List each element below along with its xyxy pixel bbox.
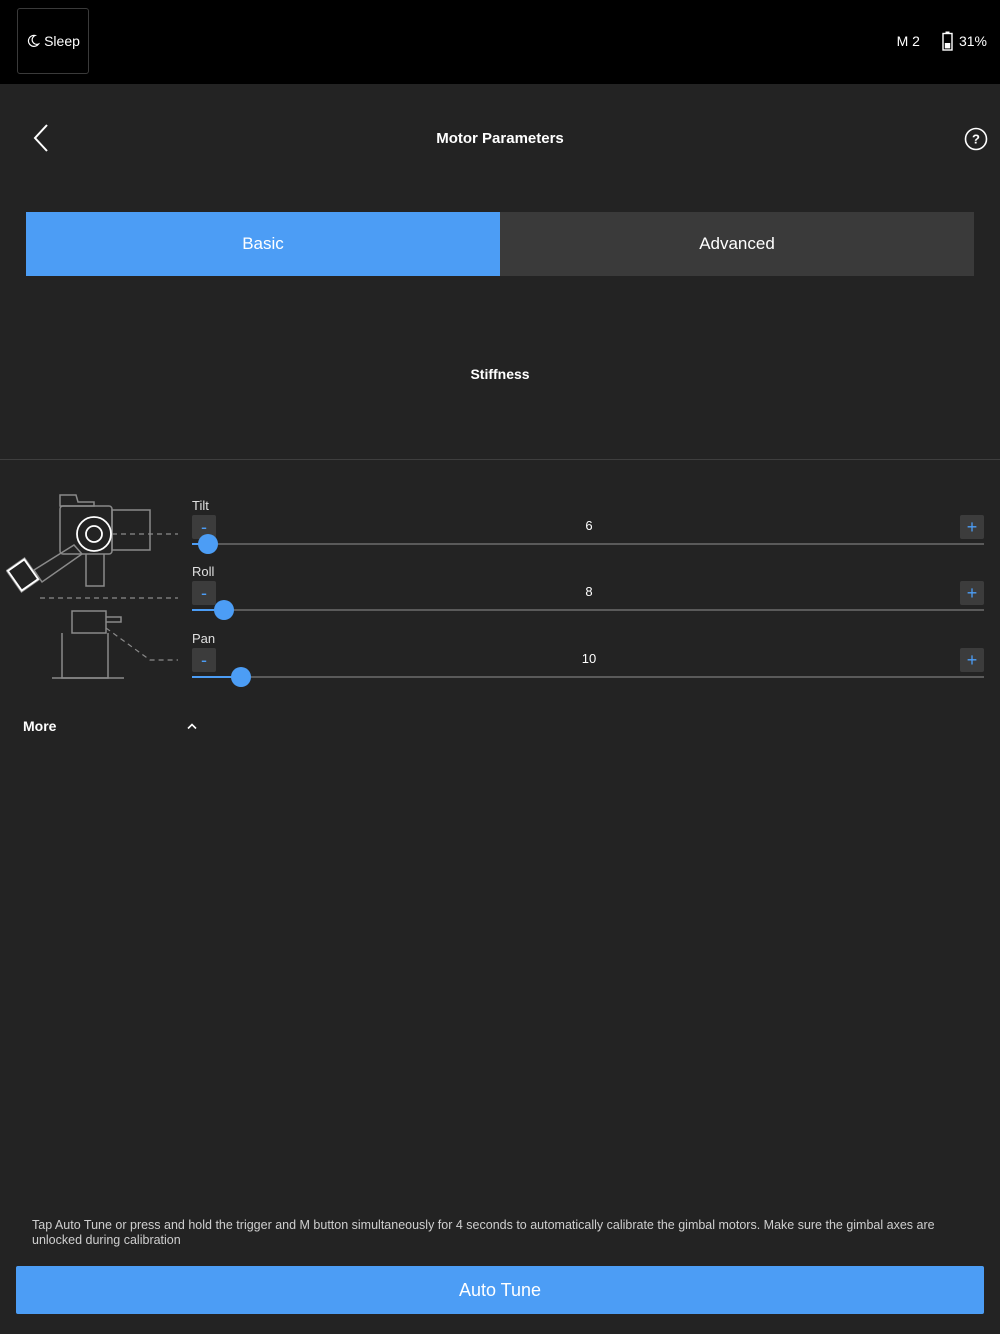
sleep-label: Sleep [44,33,80,49]
pan-slider-row: Pan - 10 + [192,631,986,697]
sleep-button[interactable]: Sleep [17,8,89,74]
pan-label: Pan [192,631,216,646]
pan-slider-track[interactable] [192,667,984,687]
roll-slider-thumb[interactable] [213,600,234,620]
help-circle-icon: ? [964,127,988,151]
roll-label: Roll [192,564,215,579]
roll-slider-row: Roll - 8 + [192,564,986,630]
tilt-slider-thumb[interactable] [197,534,218,554]
roll-slider-track[interactable] [192,600,984,620]
roll-increase-button[interactable]: + [960,581,984,605]
status-indicators: M 2 31% [897,31,987,51]
tab-basic[interactable]: Basic [26,212,500,276]
svg-text:?: ? [972,132,980,147]
status-bar: Sleep M 2 31% [0,0,1000,84]
more-label: More [23,718,57,734]
gimbal-illustration [6,494,178,679]
auto-tune-hint: Tap Auto Tune or press and hold the trig… [32,1218,935,1247]
moon-icon [27,34,41,47]
pan-slider-thumb[interactable] [231,667,252,687]
page-title: Motor Parameters [436,130,564,147]
divider [0,459,1000,460]
battery-percent: 31% [958,33,987,49]
tab-advanced[interactable]: Advanced [500,212,974,276]
roll-value: 8 [585,584,593,599]
chevron-up-icon [187,723,197,730]
tilt-slider-row: Tilt - 6 + [192,498,986,564]
pan-increase-button[interactable]: + [960,648,984,672]
header: Motor Parameters ? [0,84,1000,192]
auto-tune-button[interactable]: Auto Tune [16,1266,984,1314]
tilt-label: Tilt [192,498,209,513]
pan-value: 10 [581,651,597,666]
tilt-value: 6 [585,518,593,533]
section-title: Stiffness [470,366,530,382]
tab-bar: Basic Advanced [26,212,974,276]
tilt-increase-button[interactable]: + [960,515,984,539]
tilt-slider-track[interactable] [192,534,984,554]
more-toggle[interactable]: More [23,716,198,736]
help-button[interactable]: ? [964,127,988,151]
mode-label: M 2 [896,33,920,49]
battery-icon [942,31,953,51]
